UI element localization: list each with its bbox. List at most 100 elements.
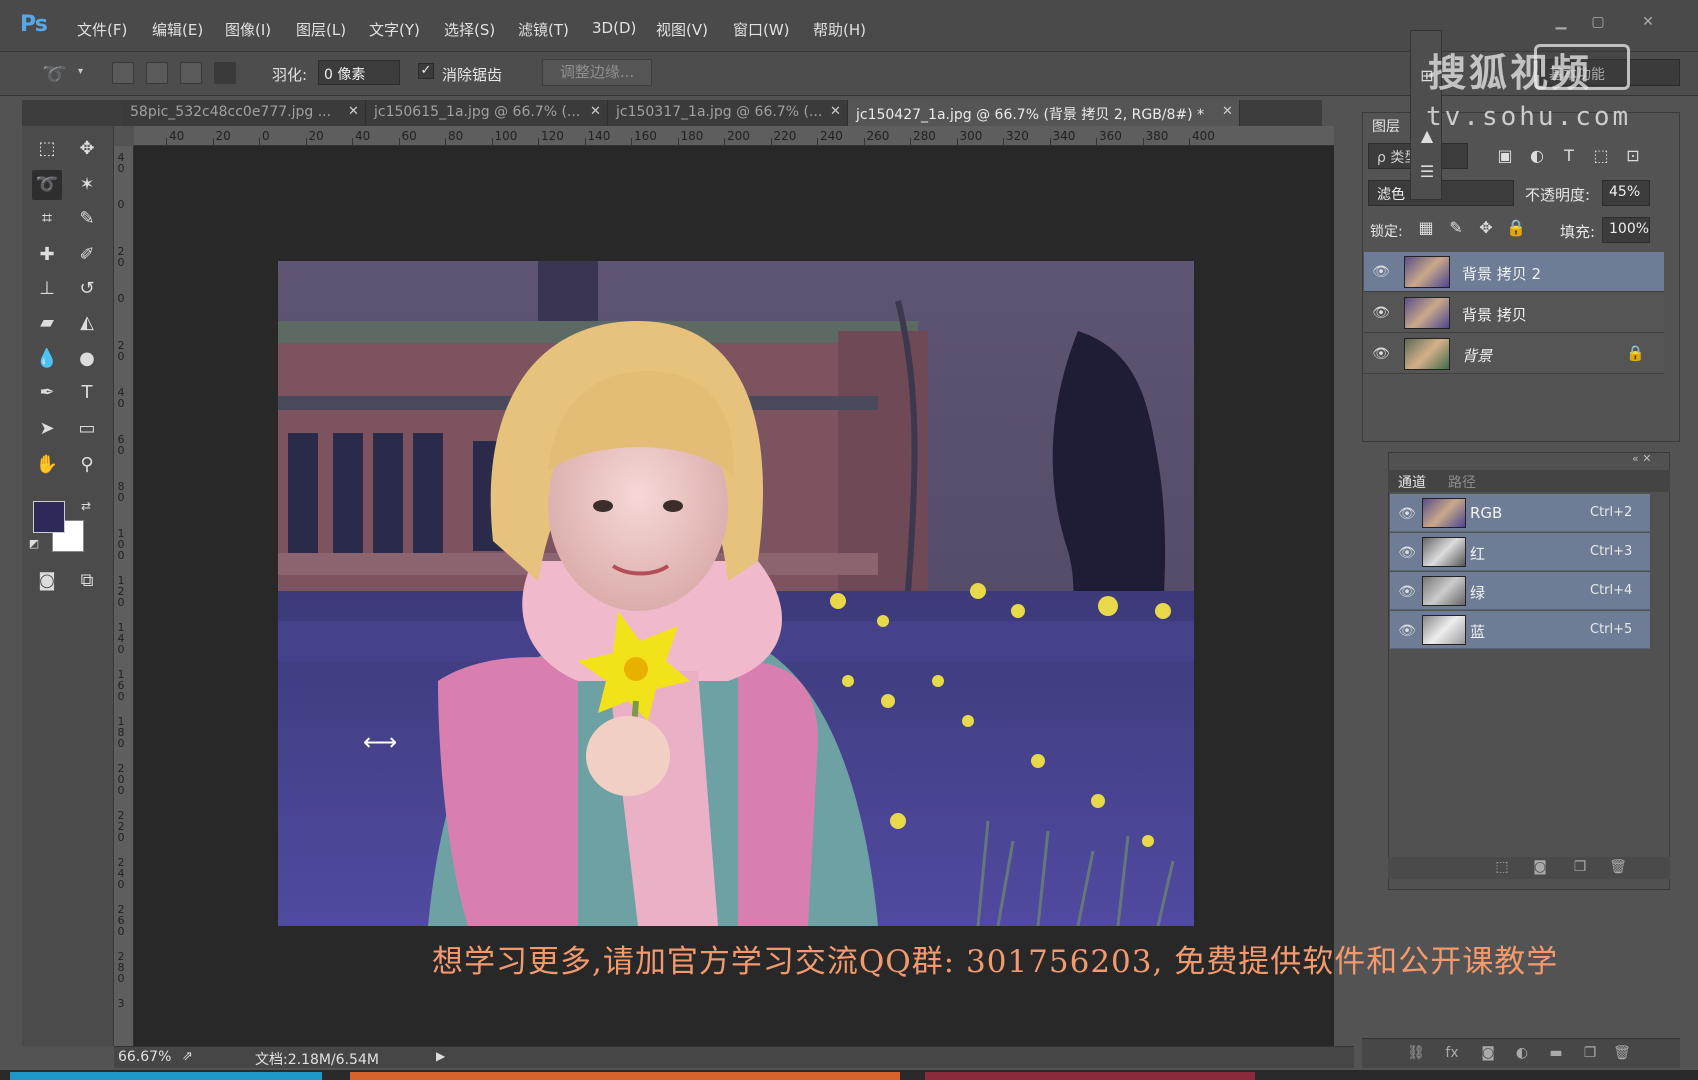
swap-colors-icon[interactable]: ⇄ — [78, 498, 94, 514]
antialias-checkbox[interactable]: ✓ — [418, 63, 434, 79]
eraser-icon[interactable]: ▰ — [32, 308, 62, 338]
collapse-icon[interactable]: « ✕ — [1632, 452, 1651, 465]
tab-jc150317[interactable]: jc150317_1a.jpg @ 66.7% (... ✕ — [608, 100, 848, 126]
menu-window[interactable]: 窗口(W) — [733, 19, 790, 40]
adjustment-layer-icon[interactable]: ◐ — [1512, 1045, 1532, 1061]
document-image[interactable] — [278, 261, 1194, 926]
eye-icon[interactable]: 👁 — [1398, 583, 1416, 601]
menu-help[interactable]: 帮助(H) — [813, 19, 866, 40]
screen-mode-icon[interactable]: ⧉ — [72, 566, 102, 596]
tab-58pic[interactable]: 58pic_532c48cc0e777.jpg ... ✕ — [122, 100, 366, 126]
lock-transparent-icon[interactable]: ▦ — [1416, 218, 1436, 238]
lasso-preset-icon[interactable]: ➰ — [42, 62, 67, 86]
new-layer-icon[interactable]: ❐ — [1580, 1045, 1600, 1061]
fill-input[interactable]: 100% — [1602, 217, 1650, 243]
layer-row-bg-copy[interactable]: 👁 背景 拷贝 — [1364, 293, 1664, 333]
foreground-color-swatch[interactable] — [33, 501, 65, 533]
rectangle-icon[interactable]: ▭ — [72, 414, 102, 444]
zoom-icon[interactable]: ⚲ — [72, 450, 102, 480]
close-icon[interactable]: ✕ — [1222, 104, 1233, 119]
close-icon[interactable]: ✕ — [590, 104, 601, 119]
new-group-icon[interactable]: ▬ — [1546, 1045, 1566, 1061]
channel-row-blue[interactable]: 👁 蓝 Ctrl+5 — [1390, 611, 1650, 649]
layers-panel-title[interactable]: 图层 — [1372, 116, 1400, 136]
close-icon[interactable]: ✕ — [830, 104, 841, 119]
menu-type[interactable]: 文字(Y) — [369, 19, 420, 40]
hand-icon[interactable]: ✋ — [32, 450, 62, 480]
new-channel-icon[interactable]: ❐ — [1570, 859, 1590, 875]
lock-all-icon[interactable]: 🔒 — [1506, 218, 1526, 238]
opacity-input[interactable]: 45% — [1602, 180, 1650, 206]
pen-icon[interactable]: ✒ — [32, 378, 62, 408]
eye-icon[interactable]: 👁 — [1398, 544, 1416, 562]
crop-icon[interactable]: ⌗ — [32, 204, 62, 234]
history-brush-icon[interactable]: ↺ — [72, 274, 102, 304]
eye-icon[interactable]: 👁 — [1372, 304, 1390, 322]
intersect-selection-icon[interactable] — [214, 62, 236, 84]
menu-edit[interactable]: 编辑(E) — [152, 19, 203, 40]
close-icon[interactable]: ✕ — [1640, 14, 1656, 30]
delete-layer-icon[interactable]: 🗑 — [1612, 1045, 1632, 1061]
type-icon[interactable]: T — [72, 378, 102, 408]
vertical-ruler[interactable]: 40 0 20 0 20 40 60 80 100 120 140 160 180 200 220 240 26… — [114, 146, 134, 1046]
menu-layer[interactable]: 图层(L) — [296, 19, 346, 40]
export-icon[interactable]: ⇗ — [182, 1049, 193, 1064]
clone-stamp-icon[interactable]: ⊥ — [32, 274, 62, 304]
link-layers-icon[interactable]: ⛓ — [1406, 1045, 1426, 1061]
save-selection-icon[interactable]: ◙ — [1530, 859, 1550, 875]
marquee-icon[interactable]: ⬚ — [32, 134, 62, 164]
status-menu-arrow-icon[interactable]: ▶ — [436, 1049, 445, 1063]
lock-pixels-icon[interactable]: ✎ — [1446, 218, 1466, 238]
layer-row-bg-copy-2[interactable]: 👁 背景 拷贝 2 — [1364, 252, 1664, 292]
menu-image[interactable]: 图像(I) — [225, 19, 271, 40]
quick-mask-icon[interactable]: ◙ — [32, 566, 62, 596]
healing-brush-icon[interactable]: ✚ — [32, 240, 62, 270]
fx-icon[interactable]: fx — [1442, 1045, 1462, 1061]
default-colors-icon[interactable]: ◩ — [26, 536, 42, 552]
adjustment-filter-icon[interactable]: ◐ — [1526, 146, 1548, 166]
lock-position-icon[interactable]: ✥ — [1476, 218, 1496, 238]
eye-icon[interactable]: 👁 — [1398, 622, 1416, 640]
close-icon[interactable]: ✕ — [348, 104, 359, 119]
eye-icon[interactable]: 👁 — [1398, 505, 1416, 523]
tab-jc150427-active[interactable]: jc150427_1a.jpg @ 66.7% (背景 拷贝 2, RGB/8#… — [848, 100, 1240, 126]
menu-view[interactable]: 视图(V) — [656, 19, 708, 40]
load-selection-icon[interactable]: ⬚ — [1492, 859, 1512, 875]
subtract-selection-icon[interactable] — [180, 62, 202, 84]
brush-icon[interactable]: ✐ — [72, 240, 102, 270]
refine-edge-button[interactable]: 调整边缘... — [542, 59, 652, 86]
menu-select[interactable]: 选择(S) — [444, 19, 495, 40]
eyedropper-icon[interactable]: ✎ — [72, 204, 102, 234]
maximize-icon[interactable]: ▢ — [1590, 14, 1606, 30]
chevron-down-icon[interactable]: ▾ — [78, 66, 83, 77]
paint-bucket-icon[interactable]: ◭ — [72, 308, 102, 338]
smart-object-filter-icon[interactable]: ⊡ — [1622, 146, 1644, 166]
layer-row-background[interactable]: 👁 背景 🔒 — [1364, 334, 1664, 374]
shape-filter-icon[interactable]: ⬚ — [1590, 146, 1612, 166]
menu-file[interactable]: 文件(F) — [77, 19, 127, 40]
delete-channel-icon[interactable]: 🗑 — [1608, 859, 1628, 875]
new-selection-icon[interactable] — [112, 62, 134, 84]
tab-paths[interactable]: 路径 — [1448, 472, 1476, 492]
blur-icon[interactable]: 💧 — [32, 344, 62, 374]
menu-filter[interactable]: 滤镜(T) — [518, 19, 569, 40]
move-icon[interactable]: ✥ — [72, 134, 102, 164]
properties-panel-icon[interactable]: ☰ — [1416, 162, 1438, 184]
horizontal-ruler[interactable]: 40 20 0 20 40 60 80 100 120 140 160 180 200 220 240 260… — [134, 126, 1334, 146]
channel-row-green[interactable]: 👁 绿 Ctrl+4 — [1390, 572, 1650, 610]
feather-input[interactable]: 0 像素 — [318, 60, 400, 85]
tab-jc150615[interactable]: jc150615_1a.jpg @ 66.7% (... ✕ — [366, 100, 608, 126]
minimize-icon[interactable]: ▁ — [1553, 14, 1569, 30]
path-select-icon[interactable]: ➤ — [32, 414, 62, 444]
add-mask-icon[interactable]: ◙ — [1478, 1045, 1498, 1061]
channel-row-rgb[interactable]: 👁 RGB Ctrl+2 — [1390, 494, 1650, 532]
eye-icon[interactable]: 👁 — [1372, 263, 1390, 281]
tab-channels[interactable]: 通道 — [1398, 472, 1426, 492]
image-filter-icon[interactable]: ▣ — [1494, 146, 1516, 166]
canvas-area[interactable]: 想学习更多,请加官方学习交流QQ群: 301756203, 免费提供软件和公开课… — [134, 146, 1557, 1046]
type-filter-icon[interactable]: T — [1558, 146, 1580, 166]
channel-row-red[interactable]: 👁 红 Ctrl+3 — [1390, 533, 1650, 571]
magic-wand-icon[interactable]: ✶ — [72, 170, 102, 200]
lasso-icon[interactable]: ➰ — [32, 170, 62, 200]
add-selection-icon[interactable] — [146, 62, 168, 84]
